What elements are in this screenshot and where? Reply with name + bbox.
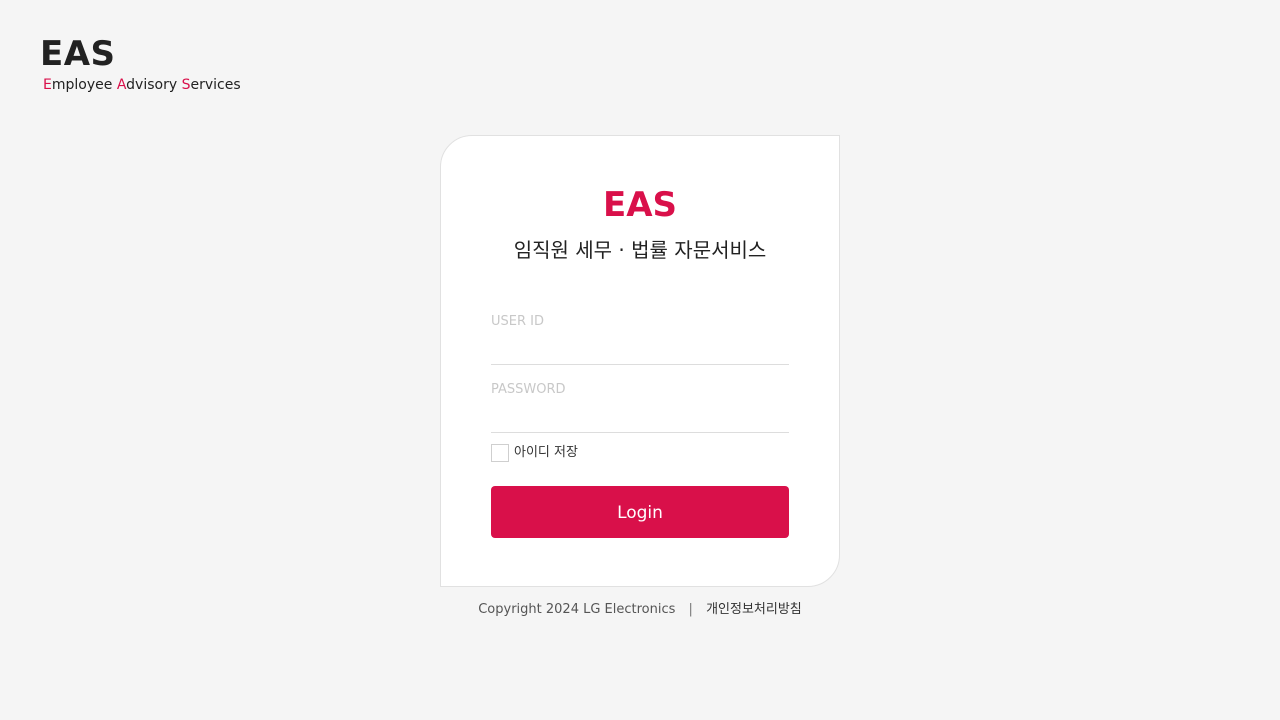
password-label: PASSWORD — [491, 382, 566, 397]
brand-subtitle: Employee Advisory Services — [43, 76, 241, 94]
brand-subtitle-part: E — [43, 77, 52, 93]
password-input[interactable] — [491, 406, 789, 428]
login-title: EAS — [602, 185, 678, 225]
copyright-text: Copyright 2024 LG Electronics — [478, 602, 676, 617]
user-id-label: USER ID — [491, 314, 544, 329]
remember-id[interactable]: 아이디 저장 — [491, 444, 578, 462]
brand-subtitle-part: dvisory — [126, 77, 182, 93]
login-subtitle: 임직원 세무 · 법률 자문서비스 — [513, 238, 767, 262]
remember-id-checkbox[interactable] — [491, 444, 509, 462]
brand-title: EAS — [40, 34, 116, 74]
brand-subtitle-part: mployee — [51, 77, 117, 93]
login-button[interactable]: Login — [491, 486, 789, 538]
footer-separator: | — [688, 602, 693, 617]
user-id-input[interactable] — [491, 338, 789, 360]
privacy-policy-link[interactable]: 개인정보처리방침 — [706, 602, 802, 617]
password-field[interactable]: PASSWORD — [491, 382, 789, 433]
footer: Copyright 2024 LG Electronics | 개인정보처리방침 — [440, 601, 840, 619]
brand-subtitle-part: ervices — [190, 77, 241, 93]
brand-logo: EAS Employee Advisory Services — [40, 34, 241, 94]
brand-subtitle-part: A — [116, 77, 127, 93]
login-card: EAS 임직원 세무 · 법률 자문서비스 USER ID PASSWORD 아… — [440, 135, 840, 587]
user-id-field[interactable]: USER ID — [491, 314, 789, 365]
remember-id-label[interactable]: 아이디 저장 — [514, 444, 578, 462]
